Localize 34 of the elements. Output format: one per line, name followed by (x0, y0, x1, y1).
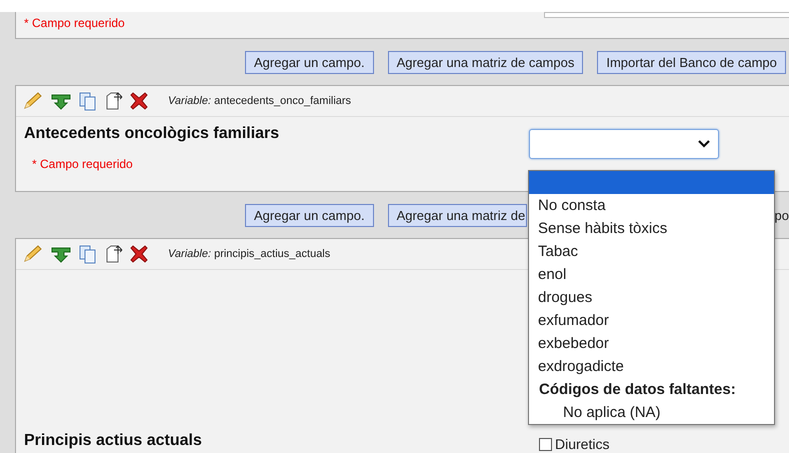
dropdown-option[interactable]: enol (529, 263, 774, 286)
button-text[interactable]: po (774, 208, 789, 222)
option-group-label: Códigos de datos faltantes: (538, 380, 737, 400)
move-page-icon[interactable] (104, 244, 124, 264)
pencil-icon[interactable] (22, 244, 44, 264)
copy-icon[interactable] (78, 244, 98, 264)
delete-icon[interactable] (130, 92, 148, 110)
add-button[interactable]: Agregar un campo. (245, 50, 374, 74)
add-button[interactable]: Agregar una matriz de (388, 204, 527, 226)
add-button[interactable]: Agregar una matriz de campos (388, 50, 584, 74)
variable-name: Variable: antecedents_onco_familiars (168, 95, 352, 107)
text-input[interactable] (544, 12, 789, 18)
variable-name: Variable: principis_actius_actuals (168, 248, 330, 260)
required-note: * Campo requerido (24, 16, 125, 30)
checkbox[interactable] (539, 438, 552, 450)
dropdown-option[interactable]: exbebedor (529, 332, 774, 355)
dropdown-option[interactable]: exfumador (529, 309, 774, 332)
move-page-icon[interactable] (104, 91, 124, 111)
checkbox-option[interactable]: Diuretics (539, 436, 610, 452)
field-label: Principis actius actuals (24, 432, 203, 450)
add-button[interactable]: Agregar un campo. (245, 204, 374, 226)
dropdown-option[interactable]: Tabac (529, 240, 774, 263)
field-label: Antecedents oncològics familiars (24, 125, 280, 143)
delete-icon[interactable] (130, 245, 148, 263)
dropdown-option[interactable]: drogues (529, 286, 774, 309)
dropdown-option[interactable]: exdrogadicte (529, 355, 774, 378)
dropdown-option[interactable]: No consta (529, 194, 774, 217)
required-note: * Campo requerido (32, 157, 134, 171)
pencil-icon[interactable] (22, 91, 44, 111)
chevron-down-icon (698, 140, 710, 148)
add-button[interactable]: Importar del Banco de campo (597, 50, 786, 74)
dropdown-option[interactable]: Sense hàbits tòxics (529, 217, 774, 240)
copy-icon[interactable] (78, 91, 98, 111)
dropdown-option[interactable]: No aplica (NA) (529, 401, 774, 424)
